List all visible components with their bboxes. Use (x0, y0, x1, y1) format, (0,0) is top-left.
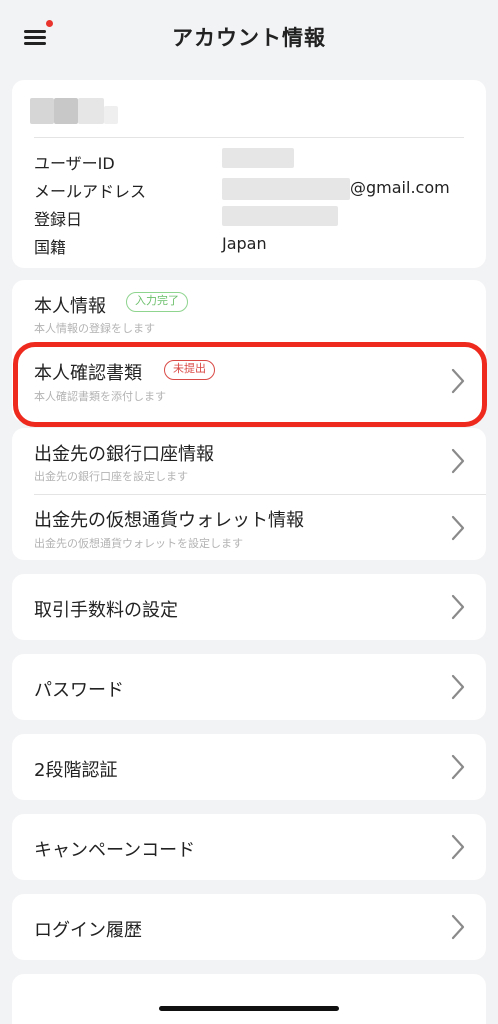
app-header: アカウント情報 (0, 0, 498, 72)
crypto-wallet-item[interactable]: 出金先の仮想通貨ウォレット情報 出金先の仮想通貨ウォレットを設定します (12, 494, 486, 560)
chevron-right-icon (450, 447, 466, 475)
password-row: パスワード (12, 654, 486, 720)
redacted-date (222, 206, 338, 226)
campaign-code-item[interactable]: キャンペーンコード (12, 814, 486, 880)
password-title: パスワード (34, 680, 124, 701)
chevron-right-icon (450, 833, 466, 861)
chevron-right-icon (450, 753, 466, 781)
chevron-right-icon (450, 514, 466, 542)
profile-card: ユーザーID メールアドレス @gmail.com 登録日 国籍 Japan (12, 80, 486, 268)
crypto-wallet-subtitle: 出金先の仮想通貨ウォレットを設定します (34, 537, 243, 550)
trading-fee-title: 取引手数料の設定 (34, 600, 178, 621)
redacted-name (78, 98, 104, 124)
nationality-value: Japan (222, 234, 267, 253)
two-factor-auth-row: 2段階認証 (12, 734, 486, 800)
page-title: アカウント情報 (172, 26, 326, 50)
status-badge-complete: 入力完了 (126, 292, 188, 312)
withdrawal-card: 出金先の銀行口座情報 出金先の銀行口座を設定します 出金先の仮想通貨ウォレット情… (12, 428, 486, 560)
bank-account-item[interactable]: 出金先の銀行口座情報 出金先の銀行口座を設定します (12, 428, 486, 494)
redacted-name (30, 98, 54, 124)
trading-fee-row: 取引手数料の設定 (12, 574, 486, 640)
personal-info-item[interactable]: 本人情報 入力完了 本人情報の登録をします (12, 280, 486, 344)
two-factor-auth-title: 2段階認証 (34, 760, 118, 781)
next-menu-card-partial[interactable] (12, 974, 486, 1024)
login-history-item[interactable]: ログイン履歴 (12, 894, 486, 960)
password-item[interactable]: パスワード (12, 654, 486, 720)
chevron-right-icon (450, 593, 466, 621)
bank-account-title: 出金先の銀行口座情報 (34, 444, 214, 465)
crypto-wallet-title: 出金先の仮想通貨ウォレット情報 (34, 510, 304, 531)
divider (34, 137, 464, 138)
login-history-row: ログイン履歴 (12, 894, 486, 960)
personal-info-subtitle: 本人情報の登録をします (34, 322, 155, 335)
redacted-name (54, 98, 78, 124)
redacted-email (222, 178, 350, 200)
campaign-code-title: キャンペーンコード (34, 840, 196, 861)
chevron-right-icon (450, 673, 466, 701)
personal-info-title: 本人情報 (34, 296, 106, 317)
chevron-right-icon (450, 913, 466, 941)
login-history-title: ログイン履歴 (34, 920, 142, 941)
campaign-code-row: キャンペーンコード (12, 814, 486, 880)
two-factor-auth-item[interactable]: 2段階認証 (12, 734, 486, 800)
trading-fee-item[interactable]: 取引手数料の設定 (12, 574, 486, 640)
user-id-label: ユーザーID (34, 154, 115, 173)
home-indicator (159, 1006, 339, 1011)
redacted-name (104, 106, 118, 124)
registered-date-label: 登録日 (34, 210, 83, 229)
email-label: メールアドレス (34, 182, 147, 201)
nationality-label: 国籍 (34, 238, 67, 257)
email-value: @gmail.com (350, 178, 450, 197)
bank-account-subtitle: 出金先の銀行口座を設定します (34, 470, 188, 483)
highlight-outline (13, 342, 487, 427)
redacted-user-id (222, 148, 294, 168)
